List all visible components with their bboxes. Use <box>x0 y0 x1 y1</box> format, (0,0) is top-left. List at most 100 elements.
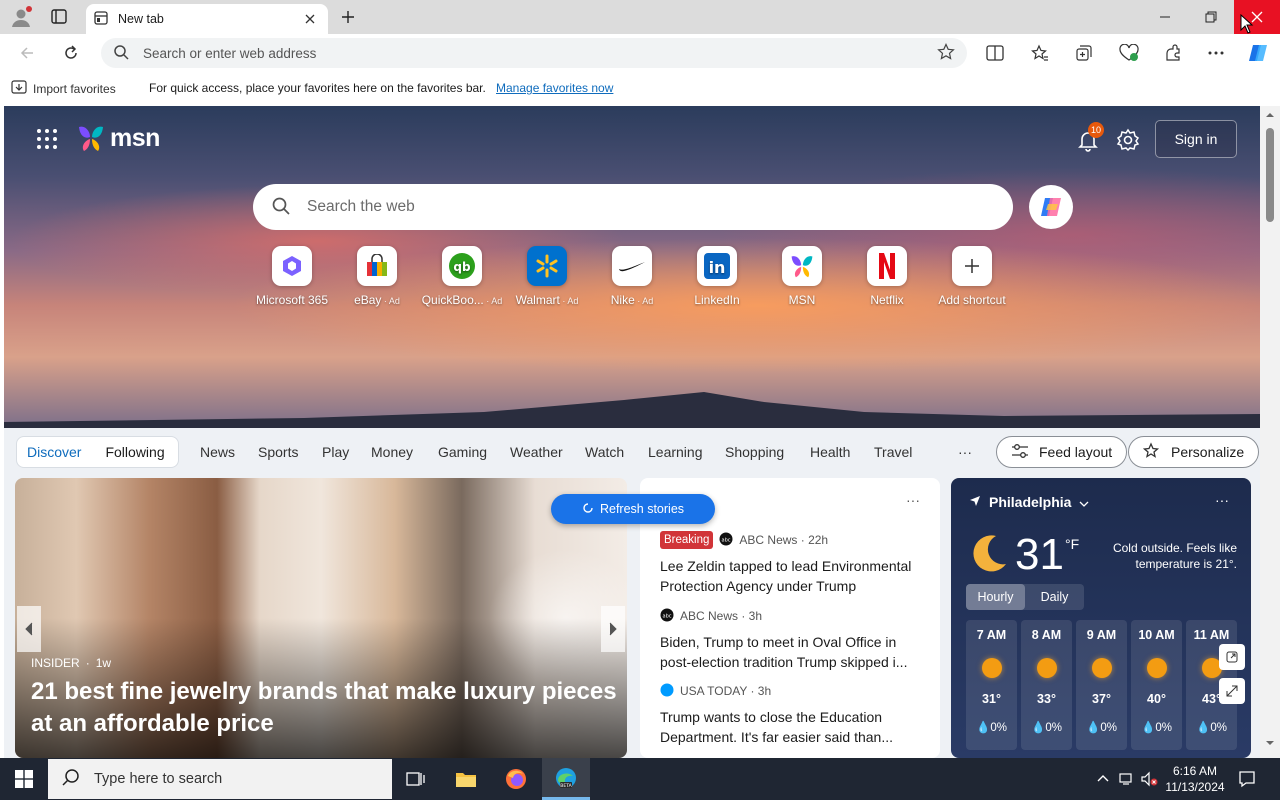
forecast-precip: 💧0% <box>976 722 1007 734</box>
shortcut-netflix[interactable]: Netflix <box>845 246 929 307</box>
copilot-sidebar-icon[interactable] <box>1243 39 1273 67</box>
shortcut-ebay[interactable]: eBay · Ad <box>335 246 419 307</box>
new-tab-button[interactable] <box>336 5 360 29</box>
nav-learning[interactable]: Learning <box>648 444 703 460</box>
news-story[interactable]: Breaking abc ABC News · 22h Lee Zeldin t… <box>660 530 926 596</box>
extensions-icon[interactable] <box>1158 39 1188 67</box>
weather-location[interactable]: Philadelphia <box>969 494 1089 510</box>
plus-icon <box>952 246 992 286</box>
msn-icon <box>782 246 822 286</box>
app-launcher-icon[interactable] <box>36 128 58 150</box>
featured-story-title[interactable]: 21 best fine jewelry brands that make lu… <box>31 676 621 740</box>
nav-news[interactable]: News <box>200 444 235 460</box>
tab-title: New tab <box>118 12 164 26</box>
news-story[interactable]: USA TODAY · 3h Trump wants to close the … <box>660 681 926 747</box>
nav-money[interactable]: Money <box>371 444 413 460</box>
more-menu-icon[interactable] <box>1201 39 1231 67</box>
nav-weather[interactable]: Weather <box>510 444 563 460</box>
sign-in-button[interactable]: Sign in <box>1155 120 1237 158</box>
shortcut-walmart[interactable]: Walmart · Ad <box>505 246 589 307</box>
nav-watch[interactable]: Watch <box>585 444 624 460</box>
windows-start-button[interactable] <box>0 758 48 800</box>
file-explorer-icon[interactable] <box>442 758 490 800</box>
scrollbar-thumb[interactable] <box>1266 128 1274 222</box>
hourly-forecast-item[interactable]: 7 AM 31° 💧0% <box>966 620 1017 750</box>
msn-logo[interactable]: msn <box>76 123 160 153</box>
shortcut-quickbooks[interactable]: qb QuickBoo... · Ad <box>420 246 504 307</box>
hourly-forecast-item[interactable]: 8 AM 33° 💧0% <box>1021 620 1072 750</box>
volume-muted-icon[interactable] <box>1140 770 1158 788</box>
top-stories-more-button[interactable]: ··· <box>906 492 920 508</box>
settings-gear-icon[interactable] <box>1116 128 1140 152</box>
close-tab-icon[interactable] <box>300 9 320 29</box>
taskbar-search-box[interactable]: Type here to search <box>48 759 392 799</box>
current-temperature: 31 <box>1015 530 1064 579</box>
favorite-star-icon[interactable] <box>937 42 955 64</box>
tab-discover[interactable]: Discover <box>27 444 81 460</box>
weather-more-button[interactable]: ··· <box>1215 492 1229 508</box>
forecast-temp: 37° <box>1092 692 1111 706</box>
tab-following[interactable]: Following <box>105 444 164 460</box>
web-search-box[interactable]: Search the web <box>253 184 1013 230</box>
shortcut-msn[interactable]: MSN <box>760 246 844 307</box>
scroll-up-icon[interactable] <box>1265 112 1275 118</box>
browser-toolbar: Search or enter web address <box>0 34 1280 72</box>
nav-more-button[interactable]: ··· <box>958 444 972 460</box>
carousel-prev-button[interactable] <box>17 606 41 652</box>
shortcut-label: Walmart <box>515 293 560 307</box>
task-view-icon[interactable] <box>392 758 440 800</box>
clock-time: 6:16 AM <box>1172 764 1218 778</box>
forecast-tabs: Hourly Daily <box>966 584 1084 610</box>
tab-hourly[interactable]: Hourly <box>966 584 1025 610</box>
mountain-silhouette <box>4 392 1260 428</box>
firefox-icon[interactable] <box>492 758 540 800</box>
abc-news-icon: abc <box>660 608 674 625</box>
weather-description[interactable]: Cold outside. Feels like temperature is … <box>1091 540 1237 572</box>
notification-center-icon[interactable] <box>1238 770 1256 788</box>
nav-play[interactable]: Play <box>322 444 349 460</box>
news-story[interactable]: abc ABC News · 3h Biden, Trump to meet i… <box>660 606 926 672</box>
add-shortcut-button[interactable]: Add shortcut <box>930 246 1014 307</box>
shortcut-microsoft-365[interactable]: Microsoft 365 <box>250 246 334 307</box>
shortcut-linkedin[interactable]: in LinkedIn <box>675 246 759 307</box>
hourly-forecast-item[interactable]: 9 AM 37° 💧0% <box>1076 620 1127 750</box>
refresh-stories-button[interactable]: Refresh stories <box>551 494 715 524</box>
personalize-button[interactable]: Personalize <box>1128 436 1260 468</box>
tab-new-tab[interactable]: New tab <box>86 4 328 34</box>
back-button[interactable] <box>12 39 42 67</box>
minimize-button[interactable] <box>1142 0 1188 34</box>
collections-icon[interactable] <box>1069 39 1099 67</box>
hourly-forecast-item[interactable]: 10 AM 40° 💧0% <box>1131 620 1182 750</box>
nav-travel[interactable]: Travel <box>874 444 912 460</box>
network-icon[interactable] <box>1117 770 1135 788</box>
copilot-button[interactable] <box>1029 185 1073 229</box>
split-screen-icon[interactable] <box>980 39 1010 67</box>
source-name: INSIDER <box>31 656 80 670</box>
edge-beta-icon[interactable]: BETA <box>542 758 590 800</box>
carousel-next-button[interactable] <box>601 606 625 652</box>
scroll-down-icon[interactable] <box>1265 740 1275 746</box>
profile-icon[interactable] <box>10 6 32 28</box>
manage-favorites-link[interactable]: Manage favorites now <box>496 81 613 95</box>
favorites-icon[interactable] <box>1025 39 1055 67</box>
expand-icon[interactable] <box>1219 678 1245 704</box>
address-bar[interactable]: Search or enter web address <box>101 38 967 68</box>
restore-button[interactable] <box>1188 0 1234 34</box>
open-in-new-icon[interactable] <box>1219 644 1245 670</box>
featured-story-card[interactable]: INSIDER · 1w 21 best fine jewelry brands… <box>15 478 627 758</box>
tab-actions-icon[interactable] <box>48 7 70 27</box>
feed-layout-button[interactable]: Feed layout <box>996 436 1128 468</box>
show-hidden-icons-icon[interactable] <box>1094 770 1112 788</box>
nav-sports[interactable]: Sports <box>258 444 298 460</box>
nav-shopping[interactable]: Shopping <box>725 444 784 460</box>
refresh-button[interactable] <box>56 39 86 67</box>
page-scrollbar[interactable] <box>1260 106 1280 758</box>
shortcut-nike[interactable]: Nike · Ad <box>590 246 674 307</box>
system-clock[interactable]: 6:16 AM 11/13/2024 <box>1160 763 1230 795</box>
temperature-unit[interactable]: °F <box>1065 536 1079 552</box>
import-favorites-button[interactable]: Import favorites <box>11 80 116 97</box>
nav-health[interactable]: Health <box>810 444 850 460</box>
browser-essentials-icon[interactable] <box>1114 39 1144 67</box>
nav-gaming[interactable]: Gaming <box>438 444 487 460</box>
tab-daily[interactable]: Daily <box>1025 584 1084 610</box>
